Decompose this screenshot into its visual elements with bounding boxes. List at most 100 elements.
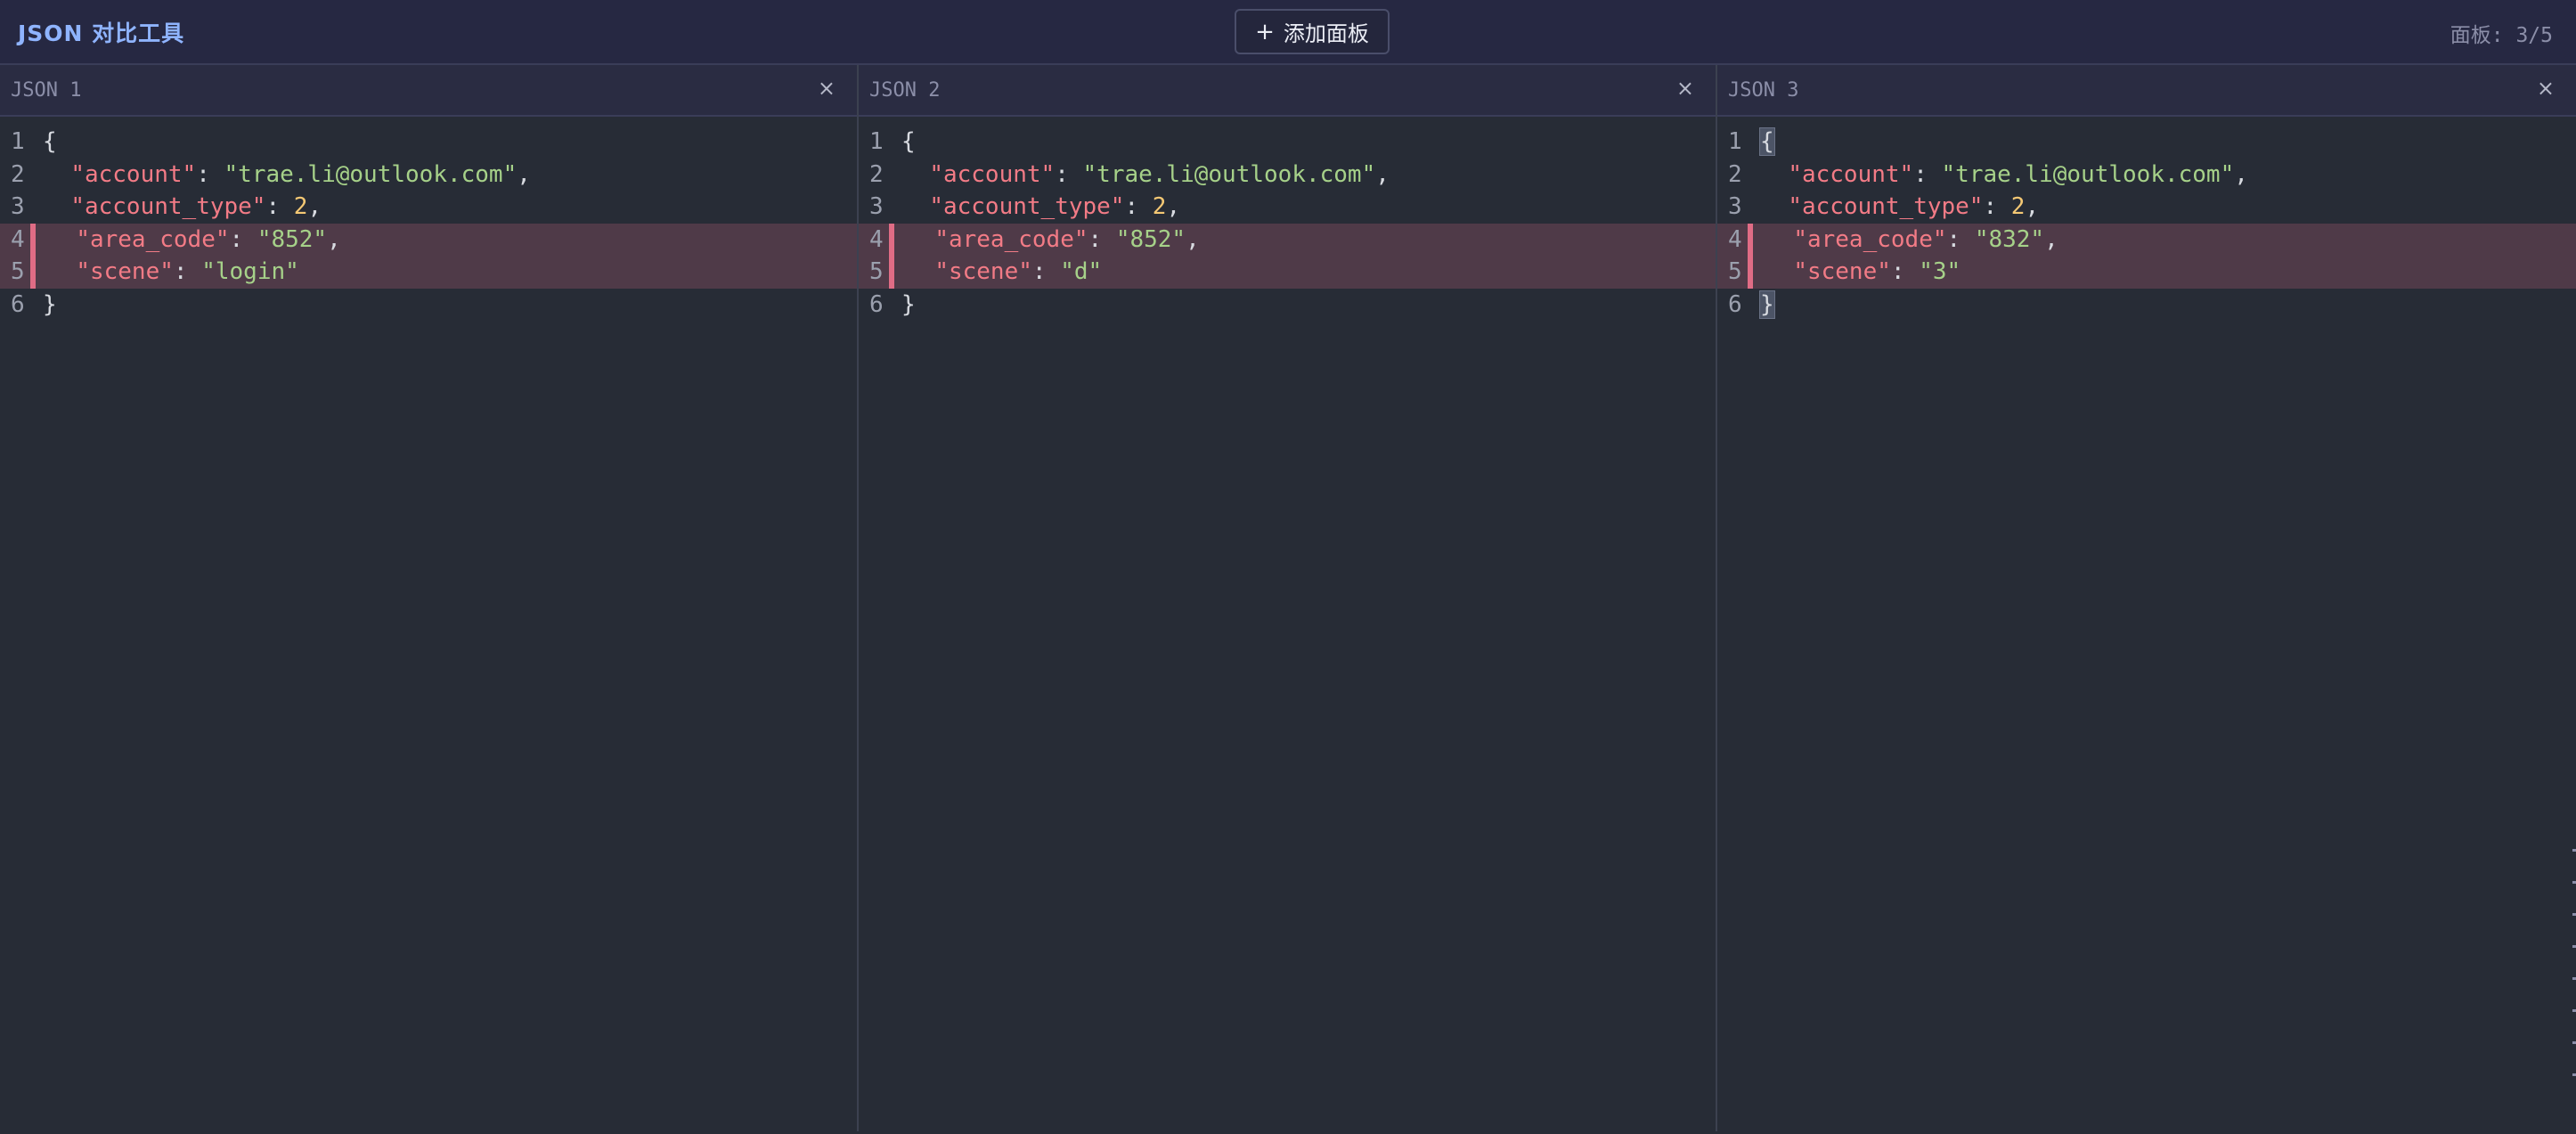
scrollbar-markers[interactable] — [2571, 849, 2576, 1134]
code-line: 3 "account_type": 2, — [0, 191, 857, 224]
json-punctuation: : — [229, 225, 257, 253]
json-punctuation: , — [1375, 160, 1390, 188]
json-punctuation — [1765, 226, 1793, 253]
code-text: "area_code": "852", — [48, 224, 341, 257]
code-text: "account_type": 2, — [1760, 191, 2039, 224]
code-line: 2 "account": "trae.li@outlook.com", — [859, 159, 1716, 192]
json-key: "account_type" — [929, 193, 1125, 221]
json-string: "trae.li@outlook.com" — [1941, 160, 2235, 188]
code-text: "account": "trae.li@outlook.com", — [43, 159, 531, 192]
code-text: "scene": "d" — [907, 256, 1102, 289]
json-punctuation — [43, 161, 70, 188]
plus-icon: + — [1255, 18, 1275, 45]
json-key: "account" — [70, 160, 197, 188]
code-editor[interactable]: 1{2 "account": "trae.li@outlook.com", 3 "… — [859, 126, 1716, 322]
json-punctuation: : — [1031, 258, 1061, 286]
line-number: 5 — [1728, 258, 1742, 286]
json-key: "area_code" — [76, 225, 230, 253]
json-punctuation — [907, 226, 934, 253]
json-string: "852" — [257, 225, 328, 253]
json-punctuation: { — [901, 128, 916, 155]
json-panel-1[interactable]: JSON 1 × 1{2 "account": "trae.li@outlook… — [0, 65, 859, 1131]
json-key: "scene" — [1793, 258, 1891, 286]
json-punctuation: } — [43, 290, 57, 318]
json-punctuation: { — [1759, 127, 1775, 156]
code-text: "account_type": 2, — [901, 191, 1180, 224]
code-text: "account": "trae.li@outlook.com", — [1760, 159, 2248, 192]
json-punctuation — [901, 161, 929, 188]
code-line-diff: 4 "area_code": "832", — [1717, 223, 2576, 257]
line-number: 6 — [1728, 290, 1742, 318]
line-number: 3 — [1728, 193, 1742, 221]
line-number: 6 — [869, 290, 884, 318]
json-punctuation — [48, 258, 76, 285]
code-line: 3 "account_type": 2, — [859, 191, 1716, 224]
json-key: "area_code" — [934, 225, 1088, 253]
json-punctuation — [1760, 193, 1788, 220]
json-punctuation — [901, 193, 929, 220]
json-key: "scene" — [934, 258, 1032, 286]
code-line-diff: 5 "scene": "login" — [0, 256, 857, 289]
code-text: "area_code": "832", — [1765, 224, 2058, 257]
json-string: "d" — [1060, 258, 1103, 286]
json-key: "account_type" — [1788, 193, 1984, 221]
add-panel-button[interactable]: + 添加面板 — [1235, 9, 1390, 54]
json-punctuation: , — [1186, 225, 1200, 253]
json-string: "832" — [1974, 225, 2045, 253]
code-editor[interactable]: 1{2 "account": "trae.li@outlook.com", 3 "… — [0, 126, 857, 322]
json-string: "trae.li@outlook.com" — [224, 160, 518, 188]
close-icon[interactable]: × — [818, 76, 836, 101]
json-number: 2 — [2010, 193, 2026, 221]
code-text: { — [1759, 126, 1775, 159]
json-punctuation: : — [1055, 160, 1083, 188]
code-line: 1{ — [859, 126, 1716, 159]
code-text: "scene": "login" — [48, 256, 299, 289]
code-line: 6} — [0, 289, 857, 322]
json-key: "area_code" — [1793, 225, 1947, 253]
line-number: 5 — [11, 258, 25, 286]
json-number: 2 — [293, 193, 308, 221]
json-number: 2 — [1152, 193, 1167, 221]
json-punctuation — [1760, 161, 1788, 188]
panel-count: 面板: 3/5 — [2450, 24, 2553, 47]
line-number: 2 — [869, 160, 884, 188]
json-punctuation: : — [1946, 225, 1975, 253]
json-punctuation: , — [517, 160, 531, 188]
json-string: "trae.li@outlook.com" — [1082, 160, 1376, 188]
json-string: "login" — [201, 258, 299, 286]
code-text: "account_type": 2, — [43, 191, 322, 224]
json-punctuation: , — [2025, 193, 2040, 221]
app-title: JSON 对比工具 — [18, 20, 185, 46]
json-punctuation: , — [327, 225, 341, 253]
line-number: 3 — [869, 193, 884, 221]
code-line: 2 "account": "trae.li@outlook.com", — [1717, 159, 2576, 192]
line-number: 1 — [1728, 128, 1742, 155]
code-line: 6} — [859, 289, 1716, 322]
json-key: "account" — [929, 160, 1056, 188]
panel-header: JSON 3 × — [1717, 65, 2576, 117]
code-line-diff: 4 "area_code": "852", — [0, 223, 857, 257]
close-icon[interactable]: × — [2537, 76, 2555, 101]
code-line: 1{ — [0, 126, 857, 159]
json-panel-2[interactable]: JSON 2 × 1{2 "account": "trae.li@outlook… — [859, 65, 1717, 1131]
json-punctuation: : — [1983, 193, 2011, 221]
line-number: 5 — [869, 258, 884, 286]
json-key: "account_type" — [70, 193, 266, 221]
json-punctuation: } — [1759, 290, 1775, 319]
panel-title: JSON 2 — [869, 79, 941, 102]
code-text: { — [43, 126, 57, 159]
line-number: 6 — [11, 290, 25, 318]
json-punctuation: , — [1166, 193, 1181, 221]
code-editor[interactable]: 1{2 "account": "trae.li@outlook.com", 3 "… — [1717, 126, 2576, 322]
json-punctuation: , — [2044, 225, 2058, 253]
code-line: 2 "account": "trae.li@outlook.com", — [0, 159, 857, 192]
code-line: 1{ — [1717, 126, 2576, 159]
json-panel-3[interactable]: JSON 3 × 1{2 "account": "trae.li@outlook… — [1717, 65, 2576, 1131]
json-key: "scene" — [76, 258, 174, 286]
close-icon[interactable]: × — [1676, 76, 1694, 101]
top-bar: JSON 对比工具 + 添加面板 面板: 3/5 — [0, 0, 2576, 65]
json-punctuation: : — [1088, 225, 1116, 253]
json-punctuation: , — [2234, 160, 2248, 188]
panel-title: JSON 3 — [1728, 79, 1799, 102]
json-punctuation: : — [173, 258, 202, 286]
